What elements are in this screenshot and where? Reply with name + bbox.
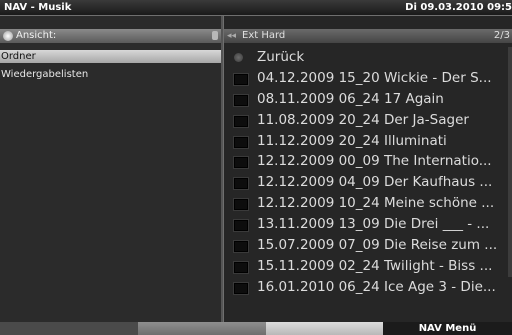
list-item[interactable]: 12.12.2009 10_24 Meine schöne ... <box>224 193 512 214</box>
folder-icon <box>234 157 248 169</box>
folder-icon <box>234 136 248 148</box>
current-path: Ext Hard <box>242 30 286 41</box>
list-item[interactable]: 16.01.2010 06_24 Ice Age 3 - Die... <box>224 277 512 298</box>
green-button-slot[interactable] <box>138 322 266 335</box>
list-item-label: 11.12.2009 20_24 Illuminati <box>257 132 447 149</box>
folder-icon <box>234 115 248 127</box>
folder-icon <box>234 94 248 106</box>
list-item-label: 12.12.2009 04_09 Der Kaufhaus ... <box>257 174 493 191</box>
list-item-label: 11.08.2009 20_24 Der Ja-Sager <box>257 111 469 128</box>
list-item-label: 15.11.2009 02_24 Twilight - Biss ... <box>257 257 493 274</box>
folder-icon <box>234 220 248 232</box>
list-item[interactable]: 08.11.2009 06_24 17 Again <box>224 89 512 110</box>
list-item[interactable]: 11.08.2009 20_24 Der Ja-Sager <box>224 110 512 131</box>
list-item[interactable]: 12.12.2009 00_09 The Internatio... <box>224 151 512 172</box>
list-item-label: 04.12.2009 15_20 Wickie - Der S... <box>257 69 492 86</box>
list-item[interactable]: 04.12.2009 15_20 Wickie - Der S... <box>224 68 512 89</box>
list-item-label: 12.12.2009 00_09 The Internatio... <box>257 153 492 170</box>
list-item[interactable]: 12.12.2009 04_09 Der Kaufhaus ... <box>224 172 512 193</box>
view-selector[interactable]: Ansicht: <box>0 29 221 43</box>
list-item[interactable]: 15.11.2009 02_24 Twilight - Biss ... <box>224 256 512 277</box>
folder-icon <box>234 261 248 273</box>
back-icon <box>234 53 243 62</box>
list-item-label: 16.01.2010 06_24 Ice Age 3 - Die... <box>257 278 496 295</box>
list-item-label: 15.07.2009 07_09 Die Reise zum ... <box>257 237 498 254</box>
list-item-label: 08.11.2009 06_24 17 Again <box>257 90 444 107</box>
yellow-button-slot[interactable] <box>266 322 383 335</box>
page-indicator: 2/3 <box>493 30 510 41</box>
path-bar: ◂◂ Ext Hard 2/3 <box>224 29 512 43</box>
nav-menu-button[interactable]: NAV Menü <box>383 322 512 335</box>
bottom-bar: NAV Menü <box>0 322 512 335</box>
file-list-pane: ◂◂ Ext Hard 2/3 Zurück 04.12.2009 15_20 … <box>224 16 512 322</box>
list-item-label: 12.12.2009 10_24 Meine schöne ... <box>257 195 495 212</box>
path-arrows-icon: ◂◂ <box>227 31 237 41</box>
view-options-icon[interactable] <box>212 31 218 40</box>
folder-icon <box>234 282 248 294</box>
list-item[interactable]: 11.12.2009 20_24 Illuminati <box>224 131 512 152</box>
left-pane: Ansicht: Ordner Wiedergabelisten <box>0 16 223 322</box>
list-item[interactable]: 13.11.2009 13_09 Die Drei ___ - ... <box>224 214 512 235</box>
app-title: NAV - Musik <box>4 2 72 13</box>
file-list: Zurück 04.12.2009 15_20 Wickie - Der S..… <box>224 47 512 298</box>
folder-icon <box>234 178 248 190</box>
folder-icon <box>234 73 248 85</box>
view-item-wiedergabelisten[interactable]: Wiedergabelisten <box>0 68 221 81</box>
view-item-ordner[interactable]: Ordner <box>0 50 221 63</box>
folder-icon <box>234 241 248 253</box>
view-label: Ansicht: <box>16 30 57 41</box>
scrollbar[interactable] <box>508 47 512 277</box>
list-item[interactable]: 15.07.2009 07_09 Die Reise zum ... <box>224 235 512 256</box>
view-icon <box>3 31 13 41</box>
title-bar: NAV - Musik Di 09.03.2010 09:5 <box>0 0 512 15</box>
folder-icon <box>234 199 248 211</box>
list-item-label: 13.11.2009 13_09 Die Drei ___ - ... <box>257 216 490 233</box>
datetime-display: Di 09.03.2010 09:5 <box>405 2 512 13</box>
list-item-label: Zurück <box>257 49 305 65</box>
red-button-slot[interactable] <box>0 322 138 335</box>
list-item-back[interactable]: Zurück <box>224 47 512 68</box>
